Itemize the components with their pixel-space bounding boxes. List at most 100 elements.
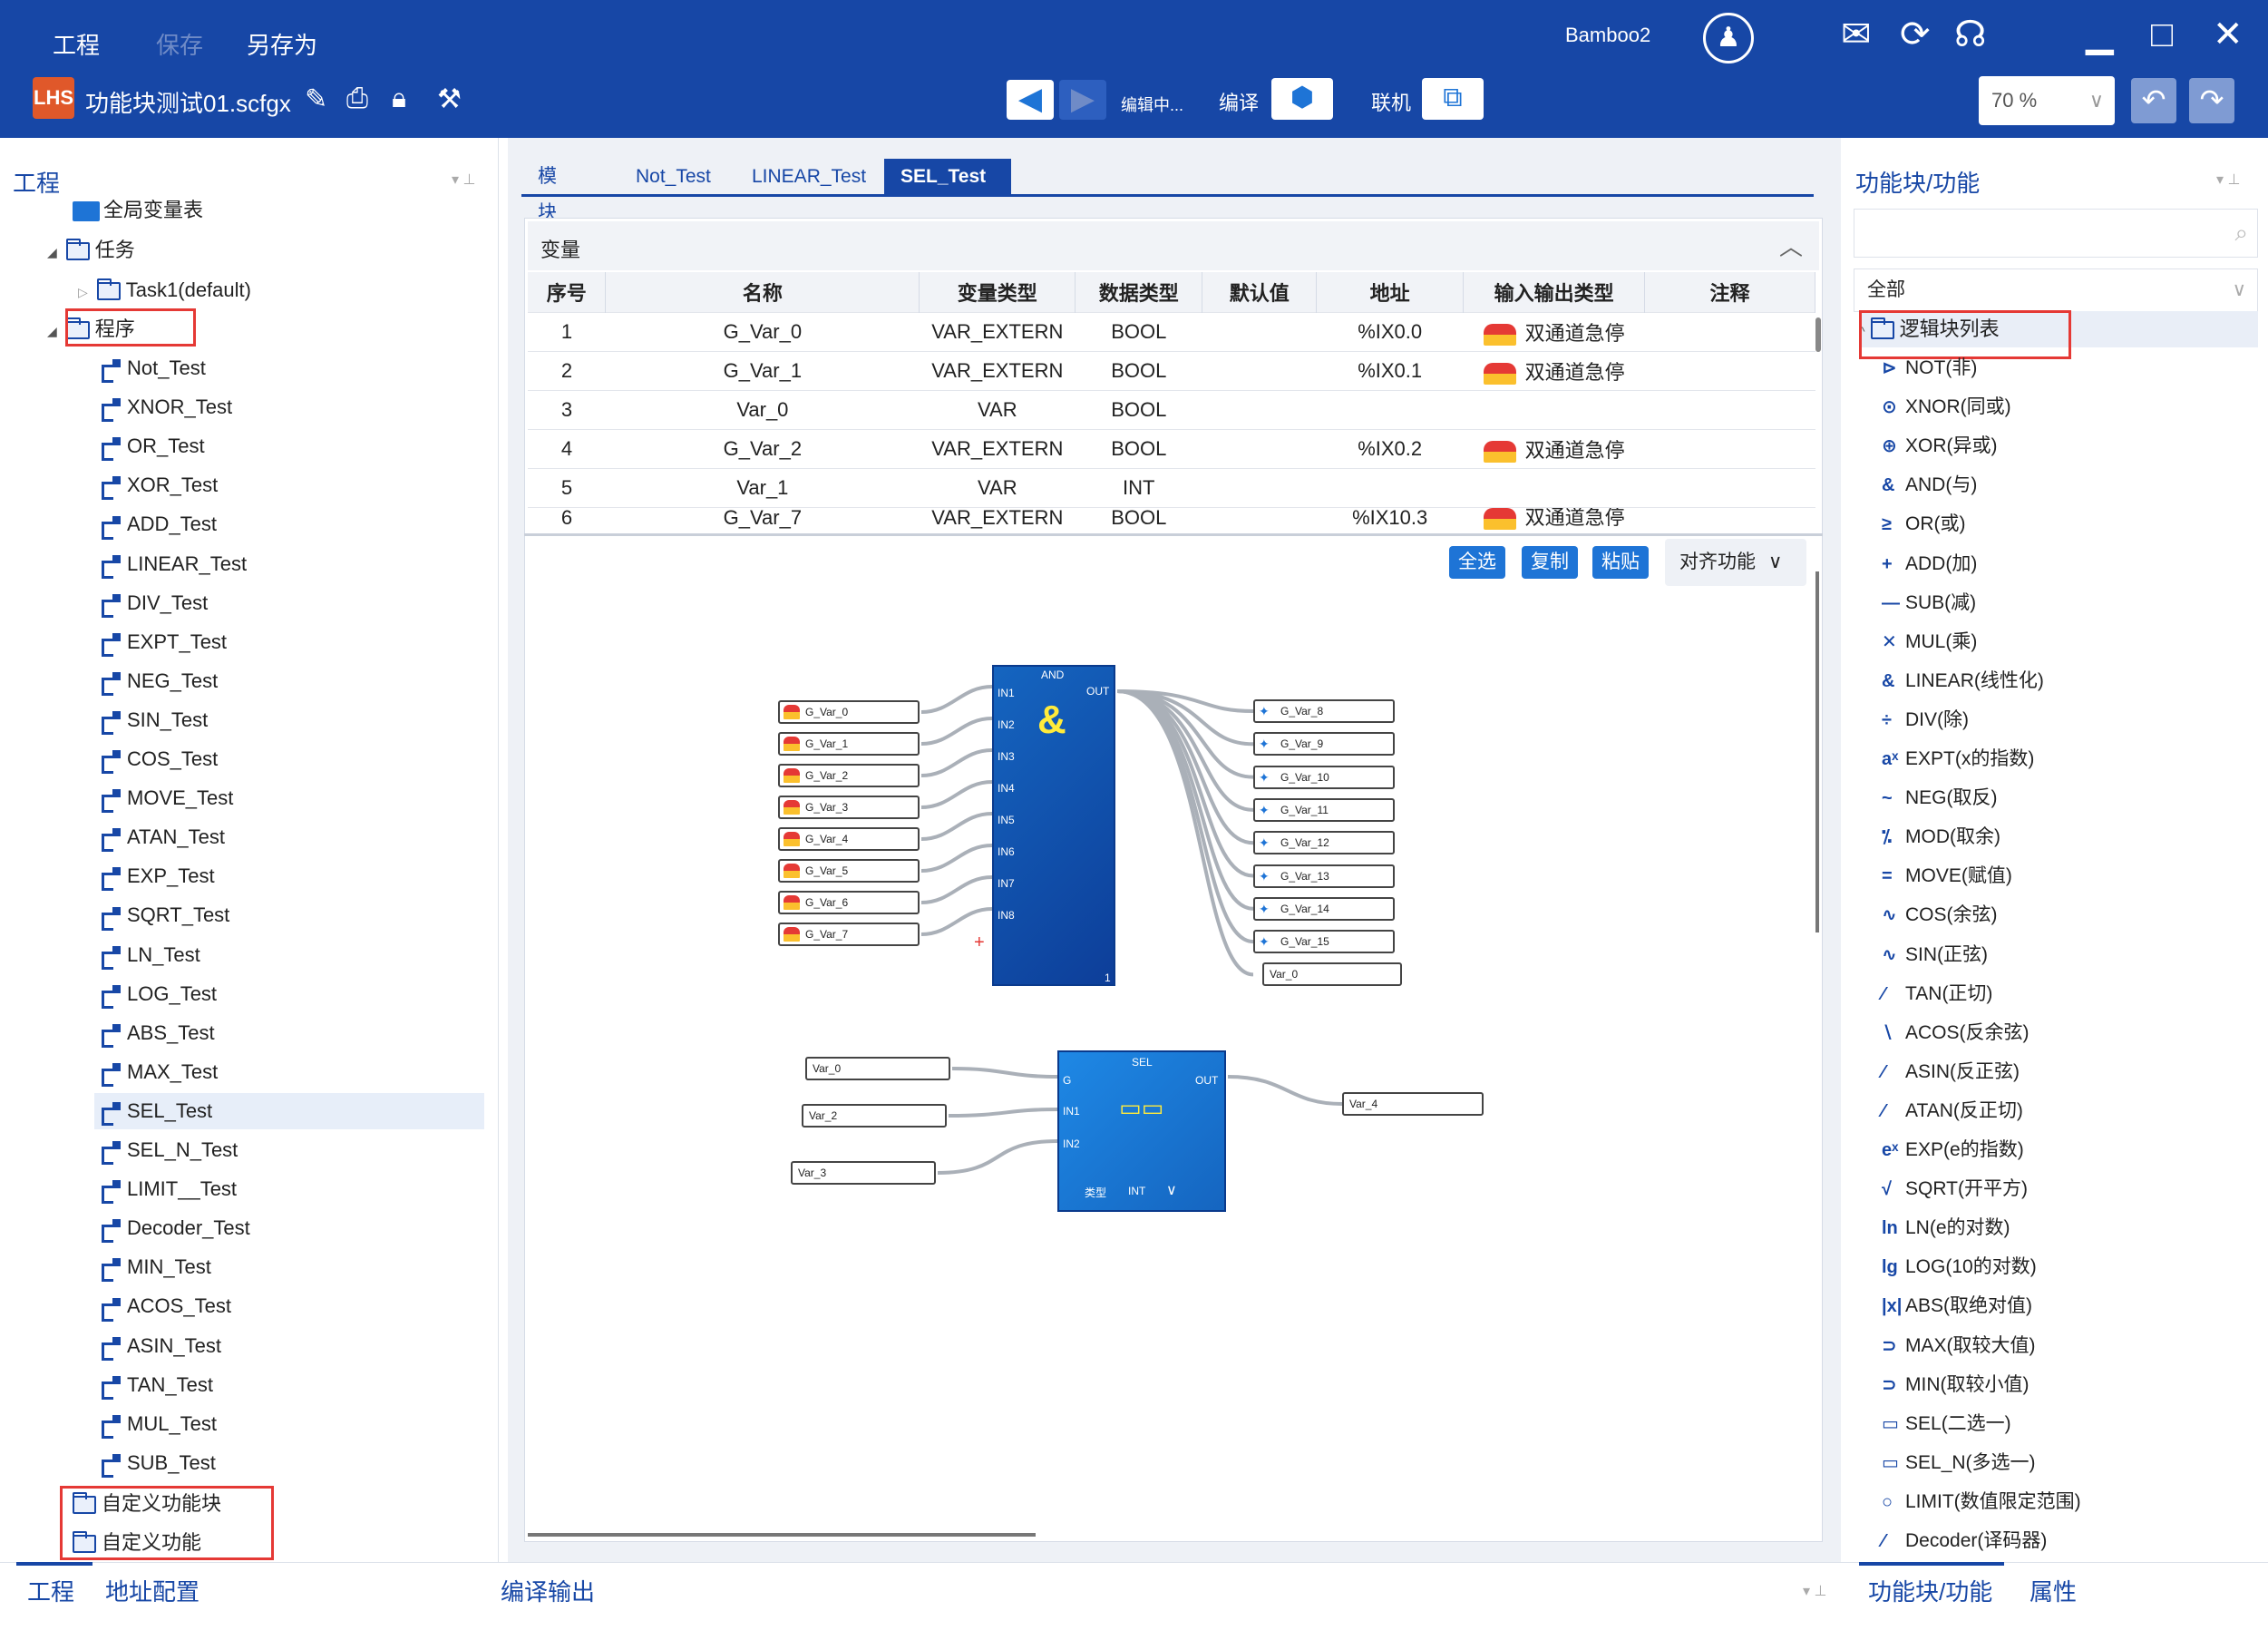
function-item[interactable]: ⊳ NOT(非) [1882,348,1977,387]
and-pin-label: IN8 [998,909,1015,922]
function-item[interactable]: = MOVE(赋值) [1882,856,2012,895]
function-item[interactable]: ∿ SIN(正弦) [1882,935,1988,974]
var-label: G_Var_0 [805,706,849,718]
function-item[interactable]: lg LOG(10的对数) [1882,1247,2037,1286]
chevron-down-icon: ∨ [2232,279,2246,300]
function-item[interactable]: ⊕ XOR(异或) [1882,426,1998,465]
and-output-var[interactable]: Var_0 [1262,962,1402,987]
and-output-var[interactable]: ✦ G_Var_11 [1253,797,1395,822]
emergency-stop-icon [784,705,800,719]
function-item[interactable]: eˣ EXP(e的指数) [1882,1130,2024,1169]
function-item[interactable]: aˣ EXPT(x的指数) [1882,739,2034,778]
and-input-var[interactable]: G_Var_1 [778,732,920,756]
function-item-label: LOG(10的对数) [1905,1256,2037,1278]
function-item[interactable]: ✕ MUL(乘) [1882,622,1977,661]
search-icon[interactable]: ⌕ [2234,219,2248,248]
output-icon: ✦ [1259,934,1270,950]
bottom-tab-address-config[interactable]: 地址配置 [105,1574,200,1607]
function-item[interactable]: & LINEAR(线性化) [1882,661,2044,700]
function-item[interactable]: ⁄ TAN(正切) [1882,974,1992,1013]
and-input-var[interactable]: G_Var_6 [778,891,920,914]
function-icon: ⁄ [1882,983,1885,1004]
and-pin-label: IN7 [998,877,1015,890]
function-item-label: TAN(正切) [1905,982,1993,1004]
sel-block[interactable]: SEL OUT G IN1 IN2 ▭▭ 类型 INT ∨ [1057,1050,1226,1212]
function-item-label: LINEAR(线性化) [1905,669,2044,691]
and-output-var[interactable]: ✦ G_Var_14 [1253,896,1395,921]
and-input-var[interactable]: G_Var_5 [778,859,920,883]
function-item[interactable]: ⊃ MAX(取较大值) [1882,1326,2036,1365]
var-label: G_Var_15 [1280,935,1329,949]
sel-input-var[interactable]: Var_2 [802,1104,947,1128]
function-item-label: LIMIT(数值限定范围) [1905,1490,2081,1512]
and-output-var[interactable]: ✦ G_Var_10 [1253,765,1395,789]
and-output-var[interactable]: ✦ G_Var_9 [1253,732,1395,757]
function-item-label: MAX(取较大值) [1905,1334,2036,1356]
var-label: G_Var_12 [1280,836,1329,850]
function-item-label: EXPT(x的指数) [1905,748,2035,769]
function-item[interactable]: & AND(与) [1882,465,1977,504]
pin-icon[interactable]: ▾ ⊥ [2216,171,2240,189]
bottom-compile-output[interactable]: 编译输出 [501,1574,595,1607]
and-output-var[interactable]: ✦ G_Var_13 [1253,864,1395,888]
search-input[interactable]: ⌕ [1854,209,2258,258]
var-label: G_Var_7 [805,928,849,941]
and-block[interactable]: AND OUT & 1 IN1 IN2 IN3 IN4 IN5 IN6 IN7 IN8 [992,665,1115,986]
function-item[interactable]: ○ LIMIT(数值限定范围) [1882,1482,2081,1521]
function-item[interactable]: + ADD(加) [1882,544,1977,583]
function-icon: aˣ [1882,749,1899,769]
function-icon: ~ [1882,788,1893,809]
function-icon: ÷ [1882,709,1892,730]
wire [920,844,993,873]
active-tab-indicator [16,1562,92,1566]
function-item[interactable]: ln LN(e的对数) [1882,1208,2010,1247]
function-item[interactable]: ∖ ACOS(反余弦) [1882,1013,2030,1052]
var-label: G_Var_9 [1280,737,1324,751]
sel-input-var[interactable]: Var_0 [805,1057,950,1080]
add-pin-icon[interactable]: + [974,932,985,953]
and-input-var[interactable]: G_Var_7 [778,923,920,946]
function-item[interactable]: |x| ABS(取绝对值) [1882,1286,2032,1325]
pin-icon[interactable]: ▾ ⊥ [1803,1582,1826,1600]
chevron-down-icon[interactable]: ∨ [1166,1181,1177,1199]
and-output-var[interactable]: ✦ G_Var_15 [1253,930,1395,954]
emergency-stop-icon [784,832,800,846]
and-output-var[interactable]: ✦ G_Var_12 [1253,831,1395,855]
function-item[interactable]: ≥ OR(或) [1882,504,1966,543]
bottom-tab-function-blocks[interactable]: 功能块/功能 [1868,1574,1992,1607]
function-item[interactable]: ⁄ Decoder(译码器) [1882,1521,2047,1560]
and-input-var[interactable]: G_Var_3 [778,796,920,819]
output-icon: ✦ [1259,901,1270,916]
function-item[interactable]: ⊃ MIN(取较小值) [1882,1365,2029,1404]
function-item[interactable]: ⁒ MOD(取余) [1882,817,2000,856]
function-item[interactable]: ∿ COS(余弦) [1882,895,1998,934]
and-input-var[interactable]: G_Var_0 [778,700,920,724]
function-item-label: SIN(正弦) [1905,943,1988,965]
sel-type-value[interactable]: INT [1128,1185,1145,1197]
and-input-var[interactable]: G_Var_2 [778,764,920,787]
bottom-tab-properties[interactable]: 属性 [2030,1574,2077,1607]
and-pin-label: IN3 [998,750,1015,763]
function-item-label: ADD(加) [1905,552,1978,574]
and-output-var[interactable]: ✦ G_Var_8 [1253,699,1395,723]
filter-select[interactable]: 全部 ∨ [1854,268,2258,312]
function-item[interactable]: ÷ DIV(除) [1882,700,1969,739]
function-item[interactable]: ▭ SEL_N(多选一) [1882,1443,2036,1482]
function-item[interactable]: ⁄ ASIN(反正弦) [1882,1052,2020,1091]
bottom-tab-project[interactable]: 工程 [27,1574,74,1607]
function-item[interactable]: ⊙ XNOR(同或) [1882,387,2011,426]
sel-output-var[interactable]: Var_4 [1342,1092,1484,1116]
var-label: G_Var_10 [1280,770,1329,784]
function-item[interactable]: ⁄ ATAN(反正切) [1882,1091,2023,1130]
and-pin-label: IN6 [998,845,1015,858]
function-item[interactable]: — SUB(减) [1882,583,1976,622]
function-item[interactable]: ▭ SEL(二选一) [1882,1404,2011,1443]
wire [948,1108,1058,1118]
emergency-stop-icon [784,768,800,783]
sel-pin-label: IN2 [1063,1137,1080,1150]
and-input-var[interactable]: G_Var_4 [778,827,920,851]
sel-input-var[interactable]: Var_3 [791,1161,936,1185]
function-item[interactable]: ~ NEG(取反) [1882,778,1998,817]
function-item[interactable]: √ SQRT(开平方) [1882,1169,2028,1208]
function-icon: |x| [1882,1296,1903,1317]
